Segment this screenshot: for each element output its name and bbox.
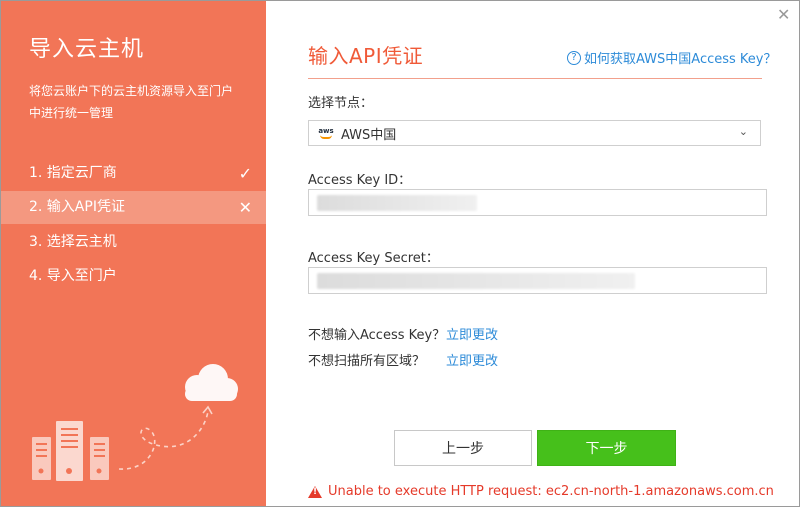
help-link-label: 如何获取AWS中国Access Key？ xyxy=(584,52,777,67)
server-cloud-illustration xyxy=(32,364,238,481)
change-access-key-link[interactable]: 立即更改 xyxy=(446,324,498,343)
import-cloud-host-dialog: 导入云主机 将您云账户下的云主机资源导入至门户中进行统一管理 1. 指定云厂商 … xyxy=(0,0,800,507)
cloud-icon xyxy=(185,364,238,401)
prev-button[interactable]: 上一步 xyxy=(394,430,532,466)
aws-logo-icon: aws xyxy=(317,127,335,139)
node-label: 选择节点： xyxy=(308,96,374,111)
change-scan-link[interactable]: 立即更改 xyxy=(446,350,498,369)
question-icon: ? xyxy=(567,50,581,65)
access-key-id-input[interactable] xyxy=(308,189,767,216)
access-key-secret-input[interactable] xyxy=(308,267,767,294)
redacted-value xyxy=(317,273,635,289)
warning-icon xyxy=(308,485,322,498)
access-key-secret-label: Access Key Secret： xyxy=(308,251,439,266)
chevron-down-icon: ⌄ xyxy=(738,125,748,138)
redacted-value xyxy=(317,195,477,211)
error-message: Unable to execute HTTP request: ec2.cn-n… xyxy=(308,484,774,499)
no-access-key-text: 不想输入Access Key？ xyxy=(308,328,446,343)
dashed-path xyxy=(118,410,209,470)
error-text: Unable to execute HTTP request: ec2.cn-n… xyxy=(328,484,774,499)
sidebar: 导入云主机 将您云账户下的云主机资源导入至门户中进行统一管理 1. 指定云厂商 … xyxy=(1,1,266,506)
page-title: 输入API凭证 xyxy=(308,44,424,68)
node-select[interactable]: aws AWS中国 ⌄ xyxy=(308,120,761,146)
title-divider xyxy=(308,78,762,79)
next-button[interactable]: 下一步 xyxy=(537,430,676,466)
no-scan-text: 不想扫描所有区域？ xyxy=(308,354,426,369)
close-icon[interactable]: ✕ xyxy=(777,7,790,23)
help-link[interactable]: ? 如何获取AWS中国Access Key？ xyxy=(567,48,777,67)
node-select-value: AWS中国 xyxy=(341,127,397,143)
access-key-id-label: Access Key ID： xyxy=(308,173,412,188)
